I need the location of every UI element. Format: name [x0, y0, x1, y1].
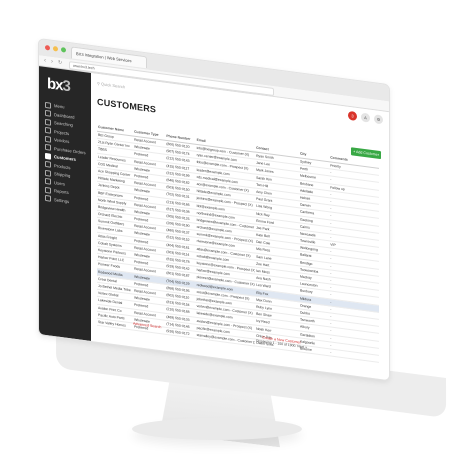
- user-avatar[interactable]: A: [361, 112, 370, 123]
- customers-table: Customer Name Customer Type Phone Number Em…: [97, 123, 379, 363]
- sidebar-item-icon: [45, 101, 51, 109]
- minimize-window-dot[interactable]: [53, 45, 58, 52]
- sidebar-item-icon: [45, 110, 51, 118]
- sidebar-item-label: Searching: [54, 120, 73, 128]
- header-actions: 3 A ⚙: [348, 110, 383, 125]
- sidebar-item-label: Users: [54, 179, 65, 187]
- close-window-dot[interactable]: [45, 44, 50, 51]
- sidebar-item-icon: [45, 169, 51, 177]
- notifications-badge[interactable]: 3: [348, 110, 357, 121]
- sidebar-item-icon: [45, 127, 51, 135]
- monitor: BX3 Integration | Web Services ‹ › ↻ www…: [0, 0, 474, 474]
- forward-arrow-icon[interactable]: ›: [51, 58, 53, 66]
- sidebar-item-icon: [45, 186, 51, 194]
- logo-main: bx: [47, 75, 63, 95]
- sidebar-item-label: Shipping: [54, 171, 71, 179]
- sidebar-item-icon: [45, 195, 51, 203]
- window-controls: [45, 44, 66, 53]
- sidebar-item-label: Products: [54, 162, 71, 170]
- reload-icon[interactable]: ↻: [58, 59, 62, 68]
- sidebar-item-label: Settings: [54, 196, 70, 204]
- maximize-window-dot[interactable]: [61, 47, 66, 53]
- table-body: BEI Group Retail Account (800) 555-0120 inf…: [97, 131, 379, 363]
- search-placeholder: Quick Search: [101, 81, 126, 90]
- sidebar: bx3 Menu Dashboard Searching Projects Vendor…: [39, 66, 91, 341]
- sidebar-item-label: Vendors: [54, 137, 70, 145]
- sidebar-item-label: Menu: [54, 103, 65, 110]
- settings-gear-icon[interactable]: ⚙: [374, 114, 383, 125]
- sidebar-item-icon: [45, 118, 51, 126]
- screen: BX3 Integration | Web Services ‹ › ↻ www…: [38, 38, 390, 382]
- sidebar-item-icon: [45, 178, 51, 186]
- sidebar-item-icon: [45, 135, 51, 143]
- sidebar-item-icon: [45, 152, 51, 160]
- bx3-logo[interactable]: bx3: [47, 73, 77, 99]
- sidebar-item-label: Reports: [54, 188, 69, 196]
- sidebar-item-icon: [45, 144, 51, 152]
- sidebar-item-icon: [45, 161, 51, 169]
- page-title: CUSTOMERS: [97, 96, 157, 115]
- sidebar-item-label: Customers: [54, 154, 76, 162]
- monitor-stand-base: [132, 418, 302, 440]
- main-content: ⚲ Quick Search 3 A ⚙ CUSTOMERS + Add Cus…: [91, 72, 389, 381]
- logo-accent: 3: [62, 77, 70, 96]
- sidebar-item-label: Projects: [54, 128, 70, 136]
- back-arrow-icon[interactable]: ‹: [44, 57, 46, 65]
- sidebar-item-label: Dashboard: [54, 111, 75, 120]
